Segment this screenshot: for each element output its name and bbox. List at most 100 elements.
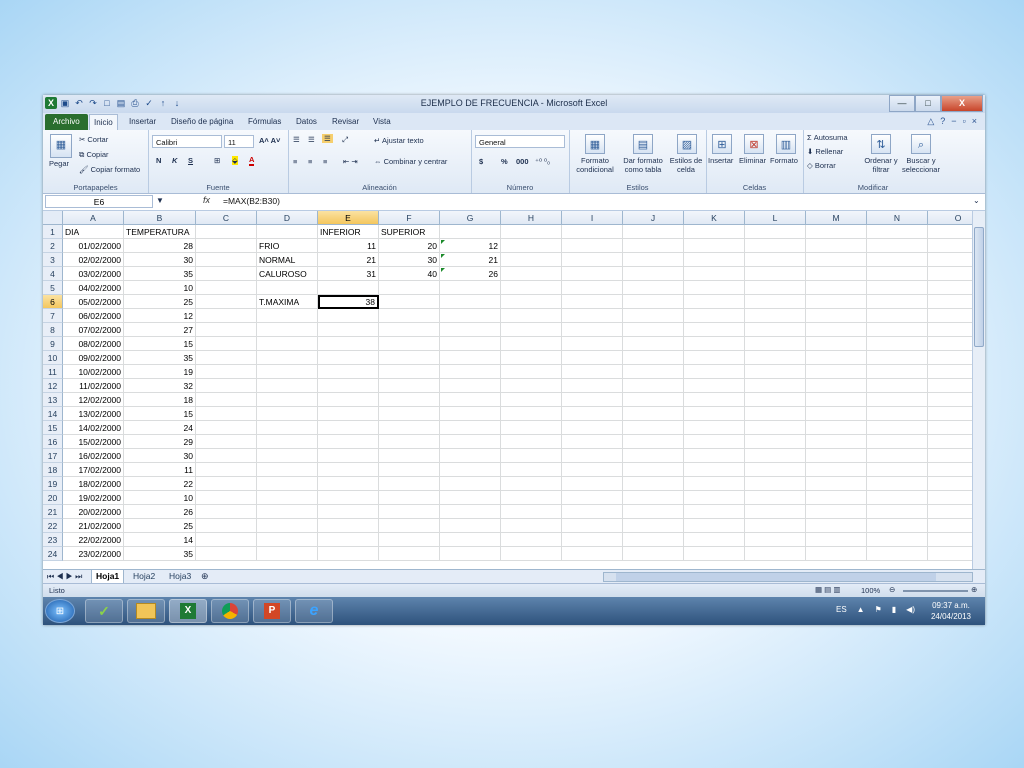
cell-o7[interactable]	[928, 309, 972, 323]
sheet-tab-hoja3[interactable]: Hoja3	[165, 570, 195, 583]
cell-o19[interactable]	[928, 477, 972, 491]
sheet-nav-icon[interactable]: ⏮ ◀ ▶ ⏭	[47, 572, 82, 582]
cell-m10[interactable]	[806, 351, 867, 365]
cell-m22[interactable]	[806, 519, 867, 533]
cell-b19[interactable]: 22	[124, 477, 196, 491]
cell-n22[interactable]	[867, 519, 928, 533]
cell-j7[interactable]	[623, 309, 684, 323]
cell-e15[interactable]	[318, 421, 379, 435]
zoom-out-icon[interactable]: ⊖	[889, 585, 895, 594]
cell-n7[interactable]	[867, 309, 928, 323]
cell-k13[interactable]	[684, 393, 745, 407]
cell-a9[interactable]: 08/02/2000	[63, 337, 124, 351]
cell-o14[interactable]	[928, 407, 972, 421]
error-indicator-icon[interactable]	[441, 240, 445, 244]
paste-button[interactable]: Pegar	[49, 159, 69, 168]
doc-close-icon[interactable]: ×	[972, 116, 977, 127]
format-painter-button[interactable]: 🖌 Copiar formato	[79, 165, 140, 174]
cell-g2[interactable]: 12	[440, 239, 501, 253]
cell-h11[interactable]	[501, 365, 562, 379]
cell-o17[interactable]	[928, 449, 972, 463]
cell-l2[interactable]	[745, 239, 806, 253]
cell-b2[interactable]: 28	[124, 239, 196, 253]
cell-d24[interactable]	[257, 547, 318, 561]
cell-h9[interactable]	[501, 337, 562, 351]
cell-k11[interactable]	[684, 365, 745, 379]
cell-o11[interactable]	[928, 365, 972, 379]
row-header[interactable]: 15	[43, 421, 63, 435]
cell-m5[interactable]	[806, 281, 867, 295]
close-button[interactable]: X	[941, 95, 983, 112]
cut-button[interactable]: ✂ Cortar	[79, 135, 108, 144]
cell-i2[interactable]	[562, 239, 623, 253]
cell-c12[interactable]	[196, 379, 257, 393]
cell-b10[interactable]: 35	[124, 351, 196, 365]
taskbar-chrome[interactable]	[211, 599, 249, 623]
network-icon[interactable]: ▮	[892, 605, 896, 614]
cell-e11[interactable]	[318, 365, 379, 379]
cell-a14[interactable]: 13/02/2000	[63, 407, 124, 421]
cell-g19[interactable]	[440, 477, 501, 491]
cell-k2[interactable]	[684, 239, 745, 253]
cell-e1[interactable]: INFERIOR	[318, 225, 379, 239]
cell-b18[interactable]: 11	[124, 463, 196, 477]
cell-i7[interactable]	[562, 309, 623, 323]
cell-i21[interactable]	[562, 505, 623, 519]
cell-k14[interactable]	[684, 407, 745, 421]
zoom-in-icon[interactable]: ⊕	[971, 585, 977, 594]
row-header[interactable]: 4	[43, 267, 63, 281]
cell-g22[interactable]	[440, 519, 501, 533]
cell-d4[interactable]: CALUROSO	[257, 267, 318, 281]
row-header[interactable]: 8	[43, 323, 63, 337]
cell-d7[interactable]	[257, 309, 318, 323]
cell-i22[interactable]	[562, 519, 623, 533]
cell-i13[interactable]	[562, 393, 623, 407]
cell-k1[interactable]	[684, 225, 745, 239]
cell-o12[interactable]	[928, 379, 972, 393]
cell-i23[interactable]	[562, 533, 623, 547]
cell-m12[interactable]	[806, 379, 867, 393]
cell-h12[interactable]	[501, 379, 562, 393]
cell-o22[interactable]	[928, 519, 972, 533]
cell-l6[interactable]	[745, 295, 806, 309]
cell-f23[interactable]	[379, 533, 440, 547]
cell-n17[interactable]	[867, 449, 928, 463]
cell-b21[interactable]: 26	[124, 505, 196, 519]
flag-icon[interactable]: ⚑	[875, 605, 882, 614]
cell-b7[interactable]: 12	[124, 309, 196, 323]
cell-f18[interactable]	[379, 463, 440, 477]
cell-n24[interactable]	[867, 547, 928, 561]
cell-h8[interactable]	[501, 323, 562, 337]
column-header-i[interactable]: I	[562, 211, 623, 225]
cell-b24[interactable]: 35	[124, 547, 196, 561]
cell-m16[interactable]	[806, 435, 867, 449]
clear-button[interactable]: ◇ Borrar	[807, 161, 836, 170]
row-header[interactable]: 1	[43, 225, 63, 239]
cell-j9[interactable]	[623, 337, 684, 351]
cell-d19[interactable]	[257, 477, 318, 491]
cell-f7[interactable]	[379, 309, 440, 323]
cell-b17[interactable]: 30	[124, 449, 196, 463]
cell-b5[interactable]: 10	[124, 281, 196, 295]
cell-d5[interactable]	[257, 281, 318, 295]
cell-b6[interactable]: 25	[124, 295, 196, 309]
cell-o2[interactable]	[928, 239, 972, 253]
cell-e21[interactable]	[318, 505, 379, 519]
tab-formulas[interactable]: Fórmulas	[244, 114, 285, 130]
cell-b15[interactable]: 24	[124, 421, 196, 435]
cell-c11[interactable]	[196, 365, 257, 379]
cell-b14[interactable]: 15	[124, 407, 196, 421]
cell-a1[interactable]: DIA	[63, 225, 124, 239]
name-box[interactable]: E6	[45, 195, 153, 208]
spreadsheet-grid[interactable]: A B C D E F G H I J K L M N O 1 DIA TEMPERATURA INFERIOR SU…	[43, 211, 972, 569]
column-header-m[interactable]: M	[806, 211, 867, 225]
cell-h23[interactable]	[501, 533, 562, 547]
cell-e7[interactable]	[318, 309, 379, 323]
cell-m19[interactable]	[806, 477, 867, 491]
cell-n5[interactable]	[867, 281, 928, 295]
column-header-d[interactable]: D	[257, 211, 318, 225]
cell-m13[interactable]	[806, 393, 867, 407]
cell-g4[interactable]: 26	[440, 267, 501, 281]
cell-m7[interactable]	[806, 309, 867, 323]
cell-g5[interactable]	[440, 281, 501, 295]
